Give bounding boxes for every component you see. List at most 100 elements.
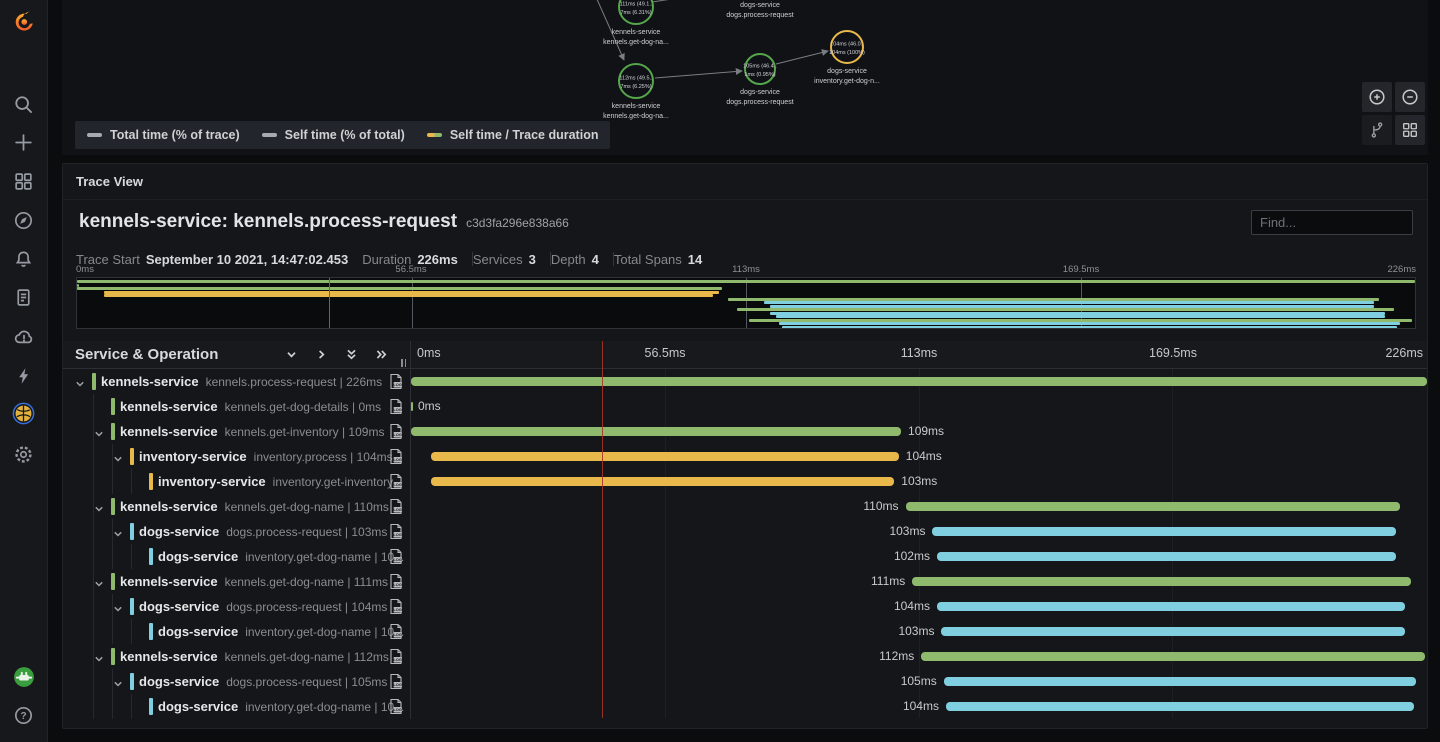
plus-icon[interactable] xyxy=(12,130,36,154)
layout-button[interactable] xyxy=(1362,115,1392,145)
grid-layout-button[interactable] xyxy=(1395,115,1425,145)
graph-node-kennels-service[interactable]: 112ms (49.5..7ms (6.25%)kennels-servicek… xyxy=(603,64,669,120)
document-icon[interactable] xyxy=(12,285,36,309)
span-logs-icon[interactable]: LOG xyxy=(389,673,403,694)
span-bar[interactable] xyxy=(932,527,1395,536)
span-logs-icon[interactable]: LOG xyxy=(389,623,403,644)
help-icon[interactable]: ? xyxy=(12,703,36,727)
span-bar[interactable] xyxy=(937,602,1405,611)
plugin-green-icon[interactable] xyxy=(12,665,36,689)
span-name-cell[interactable]: kennels-servicekennels.get-dog-name | 11… xyxy=(63,644,411,669)
trace-row[interactable]: kennels-servicekennels.get-dog-details |… xyxy=(63,394,1427,419)
span-name-cell[interactable]: kennels-servicekennels.get-dog-name | 11… xyxy=(63,494,411,519)
dashboards-icon[interactable] xyxy=(12,169,36,193)
trace-row[interactable]: dogs-servicedogs.process-request | 104ms… xyxy=(63,594,1427,619)
span-timeline-cell[interactable]: 111ms xyxy=(411,569,1427,594)
span-logs-icon[interactable]: LOG xyxy=(389,698,403,719)
collapse-all-icon[interactable] xyxy=(375,348,388,361)
span-timeline-cell[interactable]: 112ms xyxy=(411,644,1427,669)
span-logs-icon[interactable]: LOG xyxy=(389,423,403,444)
span-timeline-cell[interactable]: 104ms xyxy=(411,694,1427,719)
span-name-cell[interactable]: kennels-servicekennels.get-dog-details |… xyxy=(63,394,411,419)
trace-row[interactable]: kennels-servicekennels.get-dog-name | 11… xyxy=(63,494,1427,519)
expand-chevron-icon[interactable] xyxy=(113,676,123,694)
trace-row[interactable]: inventory-serviceinventory.process | 104… xyxy=(63,444,1427,469)
span-bar[interactable] xyxy=(912,577,1411,586)
span-timeline-cell[interactable]: 102ms xyxy=(411,544,1427,569)
span-name-cell[interactable]: dogs-serviceinventory.get-dog-name | 10.… xyxy=(63,544,411,569)
alerting-bell-icon[interactable] xyxy=(12,247,36,271)
settings-gear-icon[interactable] xyxy=(12,442,36,466)
collapse-one-icon[interactable] xyxy=(315,348,328,361)
trace-row[interactable]: dogs-serviceinventory.get-dog-name | 10.… xyxy=(63,619,1427,644)
column-resize-handle[interactable] xyxy=(401,359,406,367)
explore-compass-icon[interactable] xyxy=(12,208,36,232)
span-timeline-cell[interactable]: 110ms xyxy=(411,494,1427,519)
span-bar[interactable] xyxy=(411,427,901,436)
span-timeline-cell[interactable]: 103ms xyxy=(411,469,1427,494)
span-bar[interactable] xyxy=(944,677,1416,686)
span-timeline-cell[interactable]: 104ms xyxy=(411,444,1427,469)
span-logs-icon[interactable]: LOG xyxy=(389,548,403,569)
zoom-out-button[interactable] xyxy=(1395,82,1425,112)
expand-chevron-icon[interactable] xyxy=(113,601,123,619)
span-name-cell[interactable]: dogs-servicedogs.process-request | 105ms… xyxy=(63,669,411,694)
trace-row[interactable]: inventory-serviceinventory.get-inventory… xyxy=(63,469,1427,494)
span-logs-icon[interactable]: LOG xyxy=(389,448,403,469)
span-logs-icon[interactable]: LOG xyxy=(389,398,403,419)
span-timeline-cell[interactable] xyxy=(411,369,1427,394)
span-name-cell[interactable]: dogs-servicedogs.process-request | 104ms… xyxy=(63,594,411,619)
expand-one-icon[interactable] xyxy=(285,348,298,361)
graph-node-dogs-service[interactable]: dogs-servicedogs.process-request xyxy=(726,0,793,19)
span-logs-icon[interactable]: LOG xyxy=(389,648,403,669)
span-timeline-cell[interactable]: 105ms xyxy=(411,669,1427,694)
grafana-logo[interactable] xyxy=(10,8,38,36)
span-bar[interactable] xyxy=(906,502,1401,511)
span-logs-icon[interactable]: LOG xyxy=(389,498,403,519)
search-icon[interactable] xyxy=(12,92,36,116)
span-timeline-cell[interactable]: 0ms xyxy=(411,394,1427,419)
trace-row[interactable]: kennels-servicekennels.get-dog-name | 11… xyxy=(63,644,1427,669)
trace-row[interactable]: dogs-serviceinventory.get-dog-name | 10.… xyxy=(63,544,1427,569)
span-name-cell[interactable]: kennels-servicekennels.get-dog-name | 11… xyxy=(63,569,411,594)
span-name-cell[interactable]: dogs-serviceinventory.get-dog-name | 10.… xyxy=(63,619,411,644)
expand-chevron-icon[interactable] xyxy=(94,651,104,669)
trace-row[interactable]: dogs-servicedogs.process-request | 103ms… xyxy=(63,519,1427,544)
span-bar[interactable] xyxy=(937,552,1396,561)
zoom-in-button[interactable] xyxy=(1362,82,1392,112)
span-bar[interactable] xyxy=(431,452,899,461)
span-name-cell[interactable]: kennels-servicekennels.get-inventory | 1… xyxy=(63,419,411,444)
span-bar[interactable] xyxy=(431,477,894,486)
expand-chevron-icon[interactable] xyxy=(94,501,104,519)
span-timeline-cell[interactable]: 104ms xyxy=(411,594,1427,619)
expand-all-icon[interactable] xyxy=(345,348,358,361)
span-timeline-cell[interactable]: 109ms xyxy=(411,419,1427,444)
find-input[interactable] xyxy=(1251,210,1413,235)
span-bar[interactable] xyxy=(946,702,1414,711)
span-name-cell[interactable]: dogs-servicedogs.process-request | 103ms… xyxy=(63,519,411,544)
graph-node-kennels-service[interactable]: 111ms (49.1..7ms (6.31%)kennels-servicek… xyxy=(603,0,669,46)
expand-chevron-icon[interactable] xyxy=(113,451,123,469)
span-bar[interactable] xyxy=(921,652,1425,661)
minimap-canvas[interactable] xyxy=(76,277,1416,329)
trace-row[interactable]: kennels-servicekennels.get-inventory | 1… xyxy=(63,419,1427,444)
span-logs-icon[interactable]: LOG xyxy=(389,373,403,394)
trace-row[interactable]: kennels-servicekennels.get-dog-name | 11… xyxy=(63,569,1427,594)
graph-node-dogs-service[interactable]: 104ms (46.0..104ms (100%)dogs-serviceinv… xyxy=(814,31,880,85)
span-name-cell[interactable]: kennels-servicekennels.process-request |… xyxy=(63,369,411,394)
trace-row[interactable]: dogs-servicedogs.process-request | 105ms… xyxy=(63,669,1427,694)
span-bar[interactable] xyxy=(941,627,1404,636)
app-globe-icon[interactable] xyxy=(12,401,36,425)
span-name-cell[interactable]: inventory-serviceinventory.get-inventory… xyxy=(63,469,411,494)
expand-chevron-icon[interactable] xyxy=(94,426,104,444)
expand-chevron-icon[interactable] xyxy=(113,526,123,544)
lightning-icon[interactable] xyxy=(12,364,36,388)
span-timeline-cell[interactable]: 103ms xyxy=(411,619,1427,644)
span-logs-icon[interactable]: LOG xyxy=(389,598,403,619)
span-name-cell[interactable]: dogs-serviceinventory.get-dog-name | 10.… xyxy=(63,694,411,719)
cloud-alert-icon[interactable] xyxy=(12,326,36,350)
span-name-cell[interactable]: inventory-serviceinventory.process | 104… xyxy=(63,444,411,469)
span-logs-icon[interactable]: LOG xyxy=(389,523,403,544)
trace-row[interactable]: dogs-serviceinventory.get-dog-name | 10.… xyxy=(63,694,1427,719)
span-timeline-cell[interactable]: 103ms xyxy=(411,519,1427,544)
